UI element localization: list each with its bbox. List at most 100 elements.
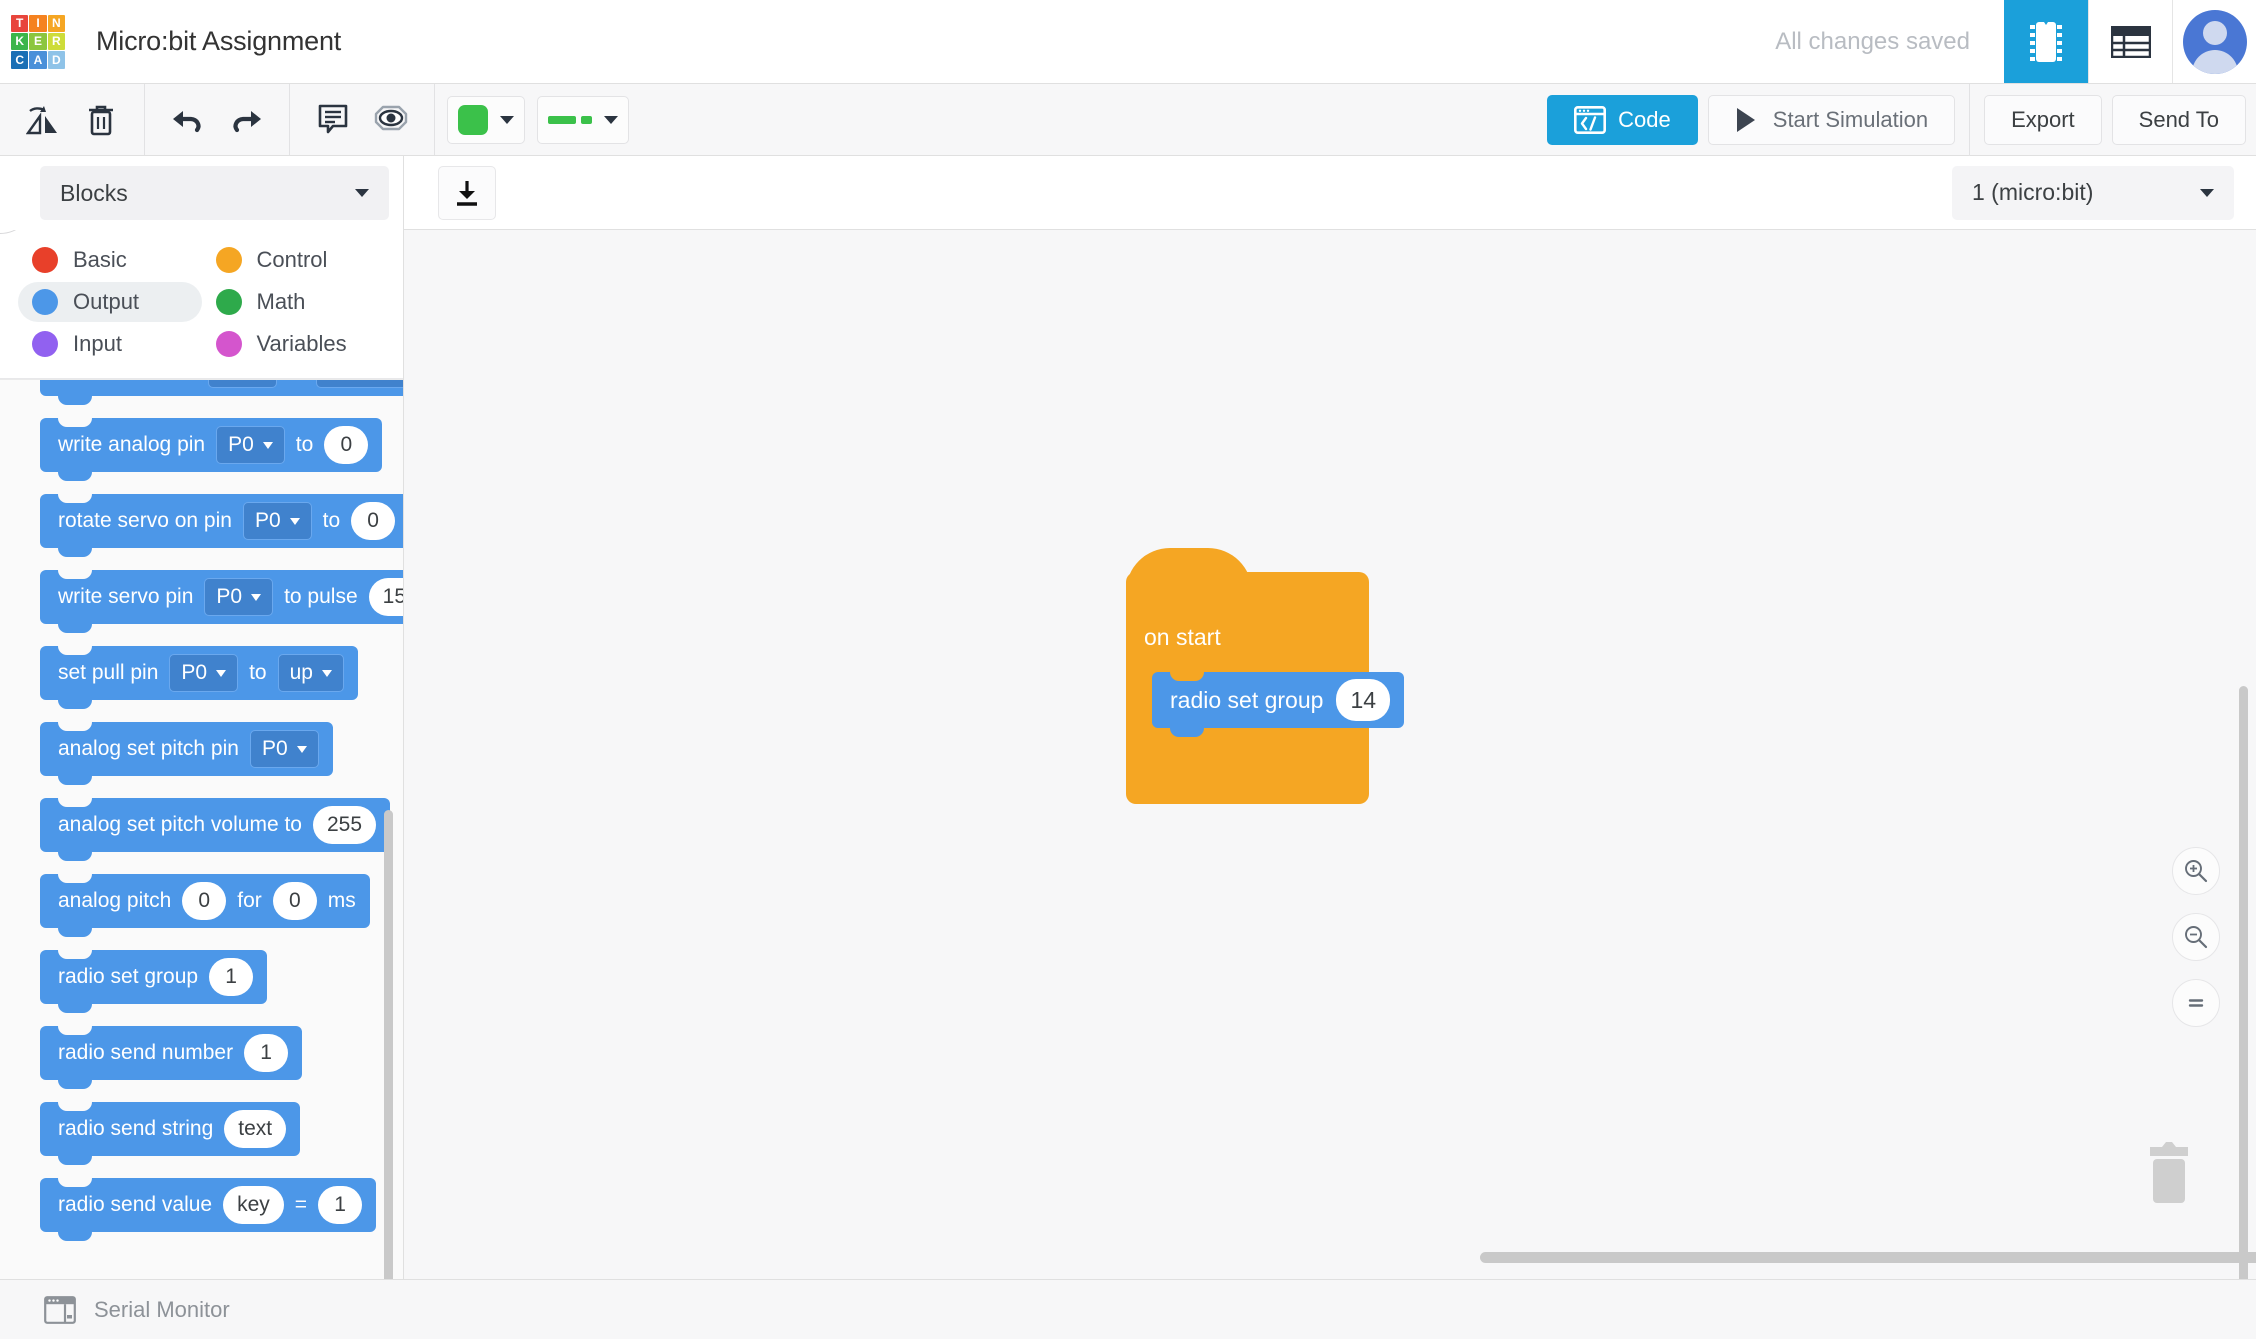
palette-block[interactable]: rotate servo on pinP0to0degr: [40, 494, 403, 557]
download-code-button[interactable]: [438, 165, 496, 220]
category-item-math[interactable]: Math: [202, 282, 386, 322]
canvas-trash-button[interactable]: [2134, 1137, 2204, 1215]
program-on-start-block[interactable]: on start radio set group 14: [1126, 548, 1405, 804]
palette-block[interactable]: write servo pin P0 to pulse 1500: [40, 570, 403, 633]
block-dropdown-value: up: [289, 661, 313, 684]
block-palette[interactable]: digital write pin P0 to HIGH write analog pi…: [0, 379, 403, 1279]
zoom-reset-button[interactable]: [2172, 979, 2220, 1027]
block-value-field[interactable]: 1: [318, 1186, 363, 1224]
block-value-field[interactable]: key: [223, 1186, 284, 1224]
download-icon: [453, 179, 481, 207]
palette-block[interactable]: analog pitch 0 for 0 ms: [40, 874, 370, 937]
user-account-button[interactable]: [2172, 0, 2256, 83]
block-value-field[interactable]: 0: [182, 882, 227, 920]
zoom-out-button[interactable]: [2172, 913, 2220, 961]
block-value-field[interactable]: 1500: [368, 578, 403, 616]
block-text: analog set pitch volume to: [58, 813, 302, 836]
block-value-field[interactable]: 1: [244, 1034, 289, 1072]
logo-cell-d: D: [47, 51, 65, 69]
palette-block[interactable]: radio set group 1: [40, 950, 268, 1013]
redo-button[interactable]: [217, 93, 275, 147]
wire-style-picker[interactable]: [537, 95, 629, 144]
play-icon: [1735, 107, 1757, 133]
block-text: ms: [327, 889, 356, 912]
delete-button[interactable]: [72, 93, 130, 147]
block-value-field[interactable]: text: [224, 1110, 287, 1148]
send-to-button[interactable]: Send To: [2111, 94, 2246, 145]
export-button[interactable]: Export: [1984, 94, 2102, 145]
block-value-field[interactable]: 255: [312, 806, 377, 844]
logo-cell-k: K: [11, 32, 29, 51]
zoom-out-icon: [2183, 924, 2209, 950]
canvas-vertical-scrollbar[interactable]: [2239, 686, 2248, 1279]
block-dropdown-field[interactable]: P0: [216, 426, 285, 464]
block-dropdown-field[interactable]: P0: [169, 654, 239, 692]
category-item-output[interactable]: Output: [18, 282, 202, 322]
tinkercad-logo[interactable]: TINKERCAD: [0, 0, 68, 83]
block-dropdown-field[interactable]: HIGH: [316, 380, 403, 388]
block-value-field[interactable]: 0: [324, 426, 369, 464]
visibility-button[interactable]: [362, 93, 420, 147]
block-value-field[interactable]: 1: [209, 958, 254, 996]
visibility-icon: [374, 105, 408, 135]
palette-scrollbar[interactable]: [384, 810, 393, 1279]
editor-mode-dropdown[interactable]: Blocks: [40, 166, 389, 220]
code-button-label: Code: [1618, 106, 1671, 132]
palette-block[interactable]: radio send number 1: [40, 1026, 303, 1089]
status-bar: Serial Monitor: [0, 1279, 2256, 1339]
block-text: to pulse: [284, 585, 358, 608]
circuit-view-button[interactable]: [2004, 0, 2088, 83]
start-simulation-label: Start Simulation: [1772, 106, 1929, 132]
zoom-in-button[interactable]: [2172, 847, 2220, 895]
block-dropdown-value: P0: [181, 661, 208, 684]
block-dropdown-field[interactable]: up: [277, 654, 344, 692]
block-dropdown-field[interactable]: P0: [242, 502, 312, 540]
serial-monitor-label: Serial Monitor: [94, 1296, 230, 1322]
palette-block[interactable]: radio send string text: [40, 1102, 301, 1165]
code-button[interactable]: Code: [1547, 94, 1698, 145]
logo-cell-n: N: [47, 14, 65, 32]
logo-cell-t: T: [11, 14, 29, 32]
block-dropdown-field[interactable]: P0: [204, 578, 274, 616]
chevron-down-icon-small: [262, 441, 273, 449]
category-item-input[interactable]: Input: [18, 324, 202, 364]
palette-block-row: radio send value key = 1: [0, 1178, 403, 1254]
palette-block[interactable]: analog set pitch pin P0: [40, 722, 333, 785]
note-button[interactable]: [304, 93, 362, 147]
block-text: to: [249, 661, 267, 684]
canvas-horizontal-scrollbar[interactable]: [1480, 1252, 2256, 1263]
block-list: digital write pin P0 to HIGH write analog pi…: [0, 380, 403, 1254]
radio-group-value[interactable]: 14: [1336, 679, 1391, 721]
block-value-field[interactable]: 0: [272, 882, 317, 920]
block-dropdown-value: P0: [254, 509, 281, 532]
code-canvas[interactable]: 1 (micro:bit) on start radio set group 1…: [404, 156, 2256, 1279]
palette-block[interactable]: analog set pitch volume to 255: [40, 798, 391, 861]
toolbar-divider-3: [434, 84, 435, 155]
category-grid: Basic Control Output Math Input Variables: [18, 240, 385, 364]
rotate-button[interactable]: [14, 93, 72, 147]
start-simulation-button[interactable]: Start Simulation: [1707, 94, 1956, 145]
block-dropdown-field[interactable]: P0: [207, 380, 277, 388]
palette-block[interactable]: radio send value key = 1: [40, 1178, 377, 1241]
block-dropdown-field[interactable]: P0: [249, 730, 319, 768]
block-text: to: [295, 433, 314, 456]
device-selector-dropdown[interactable]: 1 (micro:bit): [1952, 165, 2234, 220]
palette-block[interactable]: set pull pin P0 to up: [40, 646, 358, 709]
block-categories: Basic Control Output Math Input Variables: [0, 230, 403, 379]
palette-block[interactable]: write analog pin P0 to 0: [40, 418, 383, 481]
palette-block[interactable]: digital write pin P0 to HIGH: [40, 380, 403, 405]
block-value-field[interactable]: 0: [351, 502, 396, 540]
category-dot-icon: [32, 247, 58, 273]
category-item-basic[interactable]: Basic: [18, 240, 202, 280]
radio-set-group-block[interactable]: radio set group 14: [1152, 672, 1405, 737]
category-item-variables[interactable]: Variables: [202, 324, 386, 364]
canvas-trash-icon: [2134, 1137, 2204, 1215]
undo-button[interactable]: [159, 93, 217, 147]
components-list-button[interactable]: [2088, 0, 2172, 83]
block-text: radio set group: [58, 965, 199, 988]
line-style-preview: [548, 115, 592, 124]
category-item-control[interactable]: Control: [202, 240, 386, 280]
category-dot-icon: [32, 331, 58, 357]
wire-color-picker[interactable]: [447, 95, 525, 144]
chevron-down-icon-3: [355, 189, 369, 197]
